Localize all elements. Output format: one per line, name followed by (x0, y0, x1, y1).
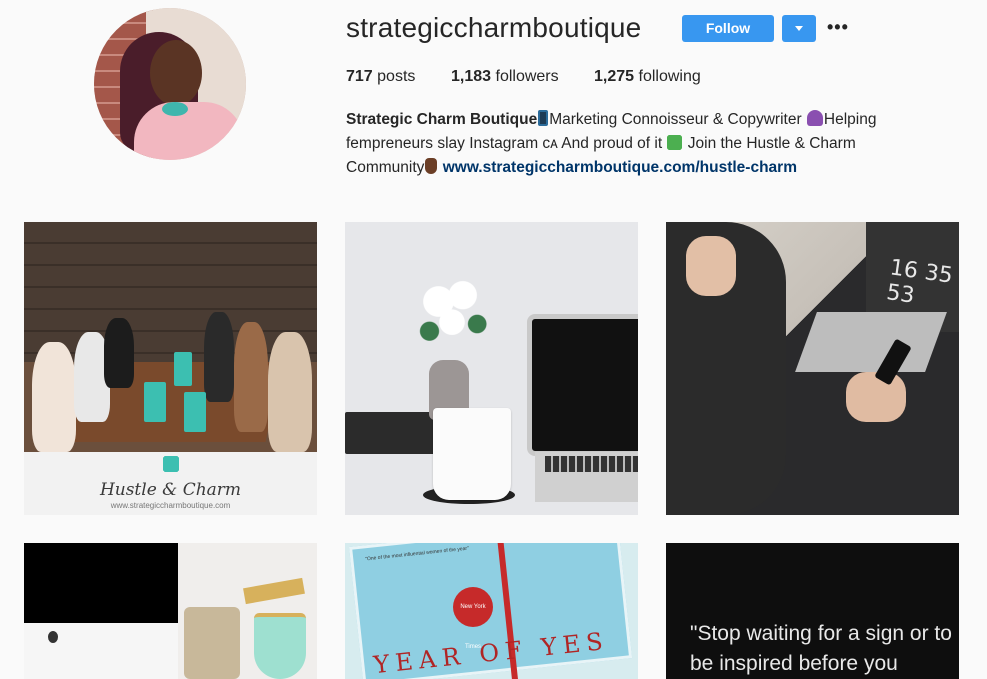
post-2-cup (433, 408, 511, 500)
post-2-notebook (345, 412, 435, 454)
post-tile-5[interactable]: "One of the most influential women of th… (345, 543, 638, 679)
post-6-quote: "Stop waiting for a sign or to be inspir… (690, 622, 952, 675)
person-tipping-hand-icon (806, 110, 823, 126)
avatar-necklace (162, 102, 188, 116)
clover-icon (163, 456, 179, 472)
post-4-candle-glass (184, 607, 240, 679)
apple-logo-icon (48, 631, 58, 643)
post-4-monitor-chin (24, 623, 178, 679)
post-3-keyboard (795, 312, 947, 372)
clover-icon (667, 135, 683, 150)
post-2-keyboard (545, 456, 638, 472)
avatar-top (134, 102, 244, 160)
post-4-monitor (24, 543, 178, 623)
post-2-flowers (407, 270, 497, 360)
followers-count: 1,183 (451, 68, 492, 85)
phone-icon (538, 110, 549, 126)
bio-text-5: Community (346, 159, 425, 176)
posts-label: posts (377, 68, 416, 85)
following-count: 1,275 (594, 68, 635, 85)
post-2-laptop (527, 314, 638, 456)
follow-options-dropdown[interactable] (782, 15, 816, 42)
more-options-button[interactable]: ••• (827, 17, 848, 37)
post-tile-2[interactable] (345, 222, 638, 515)
post-3-hand-phone (846, 372, 906, 422)
bio-text-2: Helping (823, 111, 877, 128)
post-4-mint-glass (254, 613, 306, 679)
chevron-down-icon (795, 26, 803, 31)
post-tile-4[interactable] (24, 543, 317, 679)
posts-count: 717 (346, 68, 373, 85)
post-tile-6[interactable]: "Stop waiting for a sign or to be inspir… (666, 543, 959, 679)
post-3-clock: 16 35 53 (884, 255, 955, 309)
post-1-people (24, 282, 317, 452)
profile-bio: Strategic Charm Boutique Marketing Connoi… (346, 108, 926, 180)
post-3-hand (686, 236, 736, 296)
profile-username: strategiccharmboutique (346, 12, 642, 43)
avatar-face (150, 40, 202, 106)
profile-avatar[interactable] (94, 8, 246, 160)
following-label: following (638, 68, 701, 85)
post-1-brand-url: www.strategiccharmboutique.com (110, 501, 231, 510)
bio-link[interactable]: www.strategiccharmboutique.com/hustle-ch… (443, 159, 797, 176)
post-1-brand: Hustle & Charm (99, 480, 242, 500)
followers-stat[interactable]: 1,183 followers (451, 68, 559, 86)
pointing-down-icon (425, 158, 438, 174)
follow-button[interactable]: Follow (682, 15, 774, 42)
bio-name: Strategic Charm Boutique (346, 111, 538, 128)
bio-text-4: Join the Hustle & Charm (687, 135, 856, 152)
bio-text-1: Marketing Connoisseur & Copywriter (549, 111, 802, 128)
post-tile-1[interactable]: Hustle & Charm www.strategiccharmboutiqu… (24, 222, 317, 515)
following-stat[interactable]: 1,275 following (594, 68, 701, 86)
post-tile-3[interactable]: 16 35 53 (666, 222, 959, 515)
post-4-flag (243, 577, 305, 605)
posts-stat: 717 posts (346, 68, 415, 86)
post-5-bestseller-badge: New York Times Bestseller (453, 587, 493, 650)
bio-text-3: fempreneurs slay Instagram ᴄᴀ And proud … (346, 135, 663, 152)
followers-label: followers (495, 68, 559, 85)
